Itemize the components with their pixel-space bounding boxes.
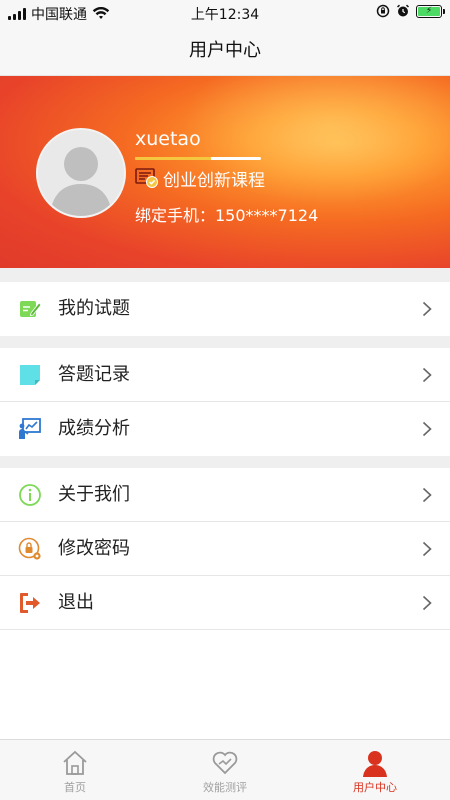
menu-item-label: 关于我们 [58, 484, 130, 505]
menu-item-label: 成绩分析 [58, 418, 130, 439]
tab-user-center[interactable]: 用户中心 [300, 740, 450, 800]
battery-icon: ⚡ [416, 4, 445, 18]
rotation-lock-icon [376, 4, 390, 18]
section-gap [0, 336, 450, 348]
tab-label: 用户中心 [353, 781, 397, 794]
chevron-right-icon [422, 595, 432, 611]
info-icon [19, 484, 41, 506]
menu-item-logout[interactable]: 退出 [0, 576, 450, 630]
lock-gear-icon [18, 537, 41, 560]
menu-item-label: 答题记录 [58, 364, 130, 385]
tab-label: 首页 [64, 781, 86, 794]
profile-banner: xuetao 创业创新课程 绑定手机：150****7124 [0, 76, 450, 268]
person-icon [363, 751, 387, 777]
edit-icon [20, 301, 42, 317]
bound-phone: 绑定手机：150****7124 [135, 206, 319, 225]
section-gap [0, 268, 450, 282]
battery-fill: ⚡ [418, 6, 440, 16]
level-progress-fill [135, 157, 211, 160]
avatar[interactable] [36, 128, 126, 218]
chevron-right-icon [422, 487, 432, 503]
house-icon [63, 750, 87, 775]
chevron-right-icon [422, 301, 432, 317]
heart-hands-icon [212, 751, 238, 775]
menu-item-label: 修改密码 [58, 538, 130, 559]
certificate-icon [135, 167, 158, 188]
username: xuetao [135, 128, 201, 150]
tab-label: 效能测评 [203, 781, 247, 794]
menu-item-change-password[interactable]: 修改密码 [0, 522, 450, 576]
alarm-icon [396, 4, 410, 17]
menu-item-about-us[interactable]: 关于我们 [0, 468, 450, 522]
status-right: ⚡ [376, 4, 445, 18]
menu-item-my-questions[interactable]: 我的试题 [0, 282, 450, 336]
tab-evaluation[interactable]: 效能测评 [150, 740, 300, 800]
section-gap [0, 456, 450, 468]
divider [0, 629, 450, 630]
chevron-right-icon [422, 541, 432, 557]
note-icon [20, 365, 40, 385]
default-avatar-icon [38, 130, 124, 216]
logout-icon [20, 593, 40, 613]
menu-item-label: 退出 [58, 592, 94, 613]
page-title: 用户中心 [0, 26, 450, 76]
course-name: 创业创新课程 [163, 171, 265, 191]
menu-item-score-analysis[interactable]: 成绩分析 [0, 402, 450, 456]
level-progress-bar [135, 157, 261, 160]
menu-item-label: 我的试题 [58, 298, 130, 319]
tab-bar: 首页 效能测评 用户中心 [0, 739, 450, 800]
menu-item-answer-records[interactable]: 答题记录 [0, 348, 450, 402]
presentation-chart-icon [19, 418, 41, 439]
tab-home[interactable]: 首页 [0, 740, 150, 800]
course-row: 创业创新课程 [135, 166, 265, 191]
chevron-right-icon [422, 421, 432, 437]
chevron-right-icon [422, 367, 432, 383]
status-bar: 中国联通 上午12:34 ⚡ [0, 0, 450, 26]
